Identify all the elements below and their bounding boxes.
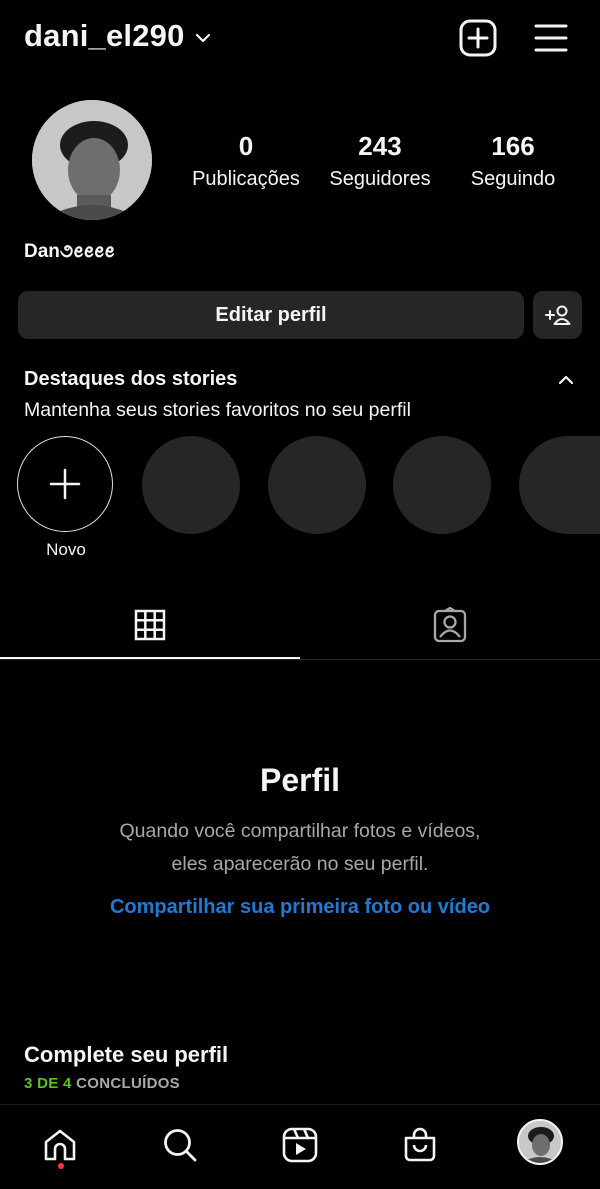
- highlight-placeholder: [268, 436, 366, 534]
- stat-label: Publicações: [192, 168, 300, 190]
- empty-state-title: Perfil: [259, 762, 341, 798]
- progress-label: CONCLUÍDOS: [76, 1075, 180, 1092]
- stat-posts[interactable]: 0 Publicações: [176, 130, 316, 196]
- highlight-placeholder: [393, 436, 491, 534]
- nav-search[interactable]: [155, 1120, 205, 1170]
- stat-followers[interactable]: 243 Seguidores: [310, 130, 450, 196]
- stat-following[interactable]: 166 Seguindo: [443, 130, 583, 196]
- display-name: Dan૭ꫀꫀꫀꫀ: [24, 241, 115, 262]
- profile-avatar[interactable]: [32, 100, 152, 220]
- tab-divider: [0, 659, 600, 660]
- edit-profile-button[interactable]: Editar perfil: [18, 291, 524, 339]
- complete-profile-progress: 3 DE 4 CONCLUÍDOS: [24, 1075, 180, 1092]
- stat-value: 166: [491, 131, 535, 161]
- share-first-photo-link[interactable]: Compartilhar sua primeira foto ou vídeo: [0, 896, 600, 919]
- tab-tagged[interactable]: [300, 590, 600, 659]
- username-title[interactable]: dani_el290: [24, 18, 185, 54]
- nav-reels[interactable]: [275, 1120, 325, 1170]
- shop-icon: [404, 1127, 436, 1162]
- new-post-icon[interactable]: [458, 18, 498, 58]
- highlight-placeholder: [142, 436, 240, 534]
- empty-state-description: Quando você compartilhar fotos e vídeos,…: [119, 820, 481, 875]
- complete-profile-title: Complete seu perfil: [24, 1042, 229, 1067]
- tagged-icon: [433, 606, 467, 642]
- stat-label: Seguidores: [329, 168, 431, 190]
- chevron-up-icon[interactable]: [556, 370, 576, 390]
- highlights-subtitle: Mantenha seus stories favoritos no seu p…: [24, 399, 411, 421]
- stat-value: 0: [238, 131, 254, 161]
- highlight-placeholder: [519, 436, 600, 534]
- search-icon: [164, 1129, 197, 1162]
- grid-icon: [134, 609, 166, 640]
- new-highlight-button[interactable]: [17, 436, 113, 532]
- tab-posts-grid[interactable]: [0, 590, 300, 659]
- reels-icon: [282, 1127, 318, 1163]
- highlights-title: Destaques dos stories: [24, 368, 238, 390]
- notification-dot: [58, 1163, 64, 1169]
- stat-value: 243: [358, 131, 402, 161]
- new-highlight-label: Novo: [46, 540, 86, 559]
- nav-shop[interactable]: [395, 1120, 445, 1170]
- plus-icon: [49, 468, 81, 500]
- home-icon: [44, 1129, 76, 1161]
- stat-label: Seguindo: [470, 168, 556, 190]
- add-user-icon: [544, 305, 570, 325]
- chevron-down-icon[interactable]: [193, 28, 213, 48]
- nav-profile-avatar[interactable]: [517, 1119, 563, 1165]
- menu-icon[interactable]: [531, 18, 571, 58]
- active-tab-indicator: [0, 657, 300, 659]
- discover-people-button[interactable]: [533, 291, 582, 339]
- progress-count: 3 DE 4: [24, 1075, 72, 1092]
